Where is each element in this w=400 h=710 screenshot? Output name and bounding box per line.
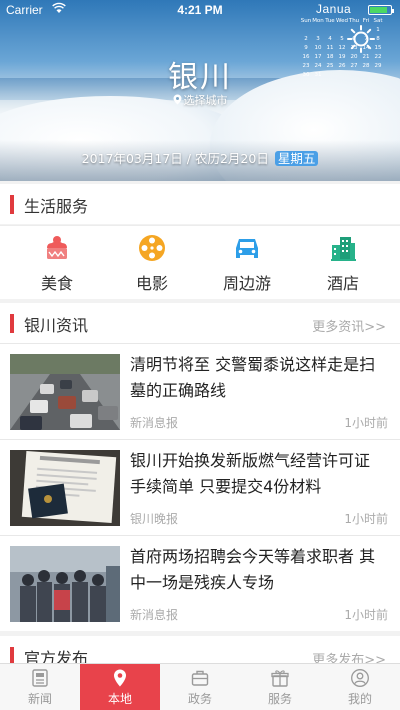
news-time: 1小时前 xyxy=(344,416,388,430)
tab-bar: 新闻 本地 政务 服务 我的 xyxy=(0,663,400,710)
choose-city-label: 选择城市 xyxy=(183,94,228,107)
news-headline: 首府两场招聘会今天等着求职者 其中一场是残疾人专场 xyxy=(130,547,376,592)
car-icon xyxy=(236,239,258,258)
calendar-day: 2 xyxy=(304,36,308,42)
news-thumbnail-license xyxy=(10,450,120,526)
news-source: 新消息报 xyxy=(130,416,179,430)
tab-label: 我的 xyxy=(347,692,372,706)
weekday-badge: 星期五 xyxy=(274,151,319,166)
tab-label: 政务 xyxy=(187,692,212,706)
news-item[interactable]: 银川开始换发新版燃气经营许可证 手续简单 只要提交4份材料 银川晚报 1小时前 xyxy=(0,439,400,535)
news-source: 银川晚报 xyxy=(130,512,179,526)
news-item[interactable]: 首府两场招聘会今天等着求职者 其中一场是残疾人专场 新消息报 1小时前 xyxy=(0,535,400,631)
film-reel-icon xyxy=(139,235,165,261)
service-nearby-travel[interactable]: 周边游 xyxy=(197,226,297,300)
news-headline: 银川开始换发新版燃气经营许可证 手续简单 只要提交4份材料 xyxy=(130,451,371,496)
section-title: 生活服务 xyxy=(24,197,89,216)
news-thumbnail-job-fair xyxy=(10,546,120,622)
tab-label: 本地 xyxy=(107,692,132,706)
section-accent-bar xyxy=(10,195,14,214)
calendar-weekday: Mon xyxy=(312,18,324,24)
tab-government[interactable]: 政务 xyxy=(160,664,240,710)
news-headline: 清明节将至 交警蜀黍说这样走是扫墓的正确路线 xyxy=(130,355,376,400)
cake-icon xyxy=(47,236,67,259)
tab-label: 服务 xyxy=(267,692,292,706)
news-source: 新消息报 xyxy=(130,608,179,622)
more-news-link[interactable]: 更多资讯>> xyxy=(312,316,386,335)
user-icon xyxy=(351,669,369,687)
calendar-weekday: Sun xyxy=(300,18,312,24)
service-label: 酒店 xyxy=(326,274,359,293)
tab-label: 新闻 xyxy=(27,692,52,706)
calendar-day xyxy=(300,26,312,35)
news-time: 1小时前 xyxy=(344,608,388,622)
local-news-header: 银川资讯 更多资讯>> xyxy=(0,303,400,343)
service-food[interactable]: 美食 xyxy=(7,226,107,300)
calendar-weekday: Tue xyxy=(325,18,335,24)
service-label: 电影 xyxy=(135,274,168,293)
life-services-grid: 美食 电影 周边游 酒店 xyxy=(0,225,400,299)
calendar-day: 4 xyxy=(328,36,332,42)
city-hero-banner: Carrier 4:21 PM Janua Sun Mon Tue Wed Thu Fri… xyxy=(0,0,400,181)
choose-city-link[interactable]: 选择城市 xyxy=(0,92,400,108)
tab-services[interactable]: 服务 xyxy=(240,664,320,710)
location-pin-icon xyxy=(173,94,182,108)
briefcase-icon xyxy=(191,670,209,686)
official-header: 官方发布 更多发布>> xyxy=(0,636,400,668)
tab-local[interactable]: 本地 xyxy=(80,664,160,710)
lunar-date: 农历2月20日 xyxy=(194,151,269,166)
news-item[interactable]: 清明节将至 交警蜀黍说这样走是扫墓的正确路线 新消息报 1小时前 xyxy=(0,343,400,439)
section-accent-bar xyxy=(10,314,14,333)
newspaper-icon xyxy=(32,669,48,687)
gift-icon xyxy=(271,670,289,687)
calendar-day xyxy=(312,26,324,35)
life-services-header: 生活服务 xyxy=(0,184,400,224)
building-icon xyxy=(331,237,356,261)
service-label: 周边游 xyxy=(222,274,271,293)
tab-profile[interactable]: 我的 xyxy=(320,664,400,710)
location-pin-icon xyxy=(114,669,126,687)
news-thumbnail-traffic xyxy=(10,354,120,430)
calendar-month: Janua xyxy=(316,2,352,16)
date-line: 2017年03月17日 / 农历2月20日 星期五 xyxy=(0,148,400,167)
gregorian-date: 2017年03月17日 xyxy=(81,151,183,166)
service-movie[interactable]: 电影 xyxy=(102,226,202,300)
section-title: 银川资讯 xyxy=(24,316,89,335)
service-hotel[interactable]: 酒店 xyxy=(293,226,393,300)
news-time: 1小时前 xyxy=(344,512,388,526)
sun-icon xyxy=(347,25,375,53)
calendar-day: 3 xyxy=(316,36,320,42)
tab-news[interactable]: 新闻 xyxy=(0,664,80,710)
calendar-day xyxy=(324,26,336,35)
city-name: 银川 xyxy=(168,60,232,95)
date-separator: / xyxy=(186,151,195,166)
service-label: 美食 xyxy=(40,274,73,293)
